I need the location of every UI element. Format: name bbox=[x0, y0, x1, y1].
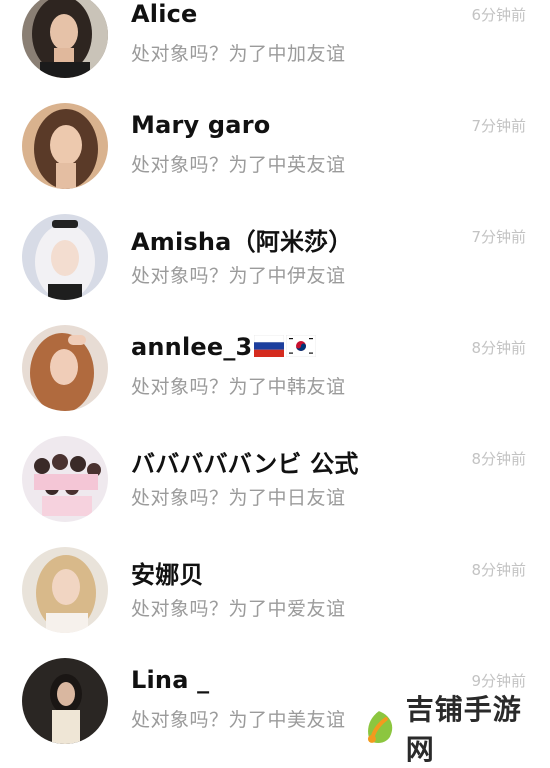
chat-row-anna[interactable]: 安娜贝 处对象吗？为了中爱友谊 8分钟前 bbox=[0, 537, 550, 648]
avatar[interactable] bbox=[22, 103, 108, 189]
chat-row-bambi[interactable]: バババババンビ 公式 处对象吗？为了中日友谊 8分钟前 bbox=[0, 426, 550, 537]
message-preview: 处对象吗？为了中韩友谊 bbox=[131, 376, 346, 398]
avatar-photo-icon bbox=[22, 436, 108, 522]
timestamp: 8分钟前 bbox=[471, 561, 526, 579]
contact-name: バババババンビ 公式 bbox=[131, 450, 359, 478]
timestamp: 7分钟前 bbox=[471, 228, 526, 246]
chat-row-alice[interactable]: Alice 处对象吗？为了中加友谊 6分钟前 bbox=[0, 0, 550, 93]
contact-name: Alice bbox=[131, 0, 198, 28]
contact-name: 安娜贝 bbox=[131, 561, 204, 589]
timestamp: 6分钟前 bbox=[471, 6, 526, 24]
message-preview: 处对象吗？为了中英友谊 bbox=[131, 154, 346, 176]
timestamp: 8分钟前 bbox=[471, 450, 526, 468]
contact-name: Mary garo bbox=[131, 111, 271, 139]
avatar-photo-icon bbox=[22, 658, 108, 744]
avatar[interactable] bbox=[22, 658, 108, 744]
contact-name-text: annlee_3 bbox=[131, 333, 253, 361]
watermark: 吉铺手游网 bbox=[350, 693, 550, 766]
avatar[interactable] bbox=[22, 325, 108, 411]
chat-row-amisha[interactable]: Amisha（阿米莎） 处对象吗？为了中伊友谊 7分钟前 bbox=[0, 204, 550, 315]
avatar[interactable] bbox=[22, 436, 108, 522]
timestamp: 8分钟前 bbox=[471, 339, 526, 357]
contact-name: Amisha（阿米莎） bbox=[131, 228, 353, 256]
contact-name: Lina _ bbox=[131, 666, 210, 694]
avatar-photo-icon bbox=[22, 325, 108, 411]
chat-row-annlee[interactable]: annlee_3 处对象吗？为了中韩友谊 8分钟前 bbox=[0, 315, 550, 426]
contact-name: annlee_3 bbox=[131, 333, 317, 361]
watermark-text: 吉铺手游网 bbox=[405, 693, 522, 766]
leaf-logo-icon bbox=[367, 711, 393, 744]
avatar-photo-icon bbox=[22, 0, 108, 78]
message-preview: 处对象吗？为了中爱友谊 bbox=[131, 598, 346, 620]
message-preview: 处对象吗？为了中日友谊 bbox=[131, 487, 346, 509]
message-preview: 处对象吗？为了中美友谊 bbox=[131, 709, 346, 731]
message-preview: 处对象吗？为了中加友谊 bbox=[131, 43, 346, 65]
avatar[interactable] bbox=[22, 0, 108, 78]
avatar[interactable] bbox=[22, 547, 108, 633]
chat-row-mary-garo[interactable]: Mary garo 处对象吗？为了中英友谊 7分钟前 bbox=[0, 93, 550, 204]
chat-list: Alice 处对象吗？为了中加友谊 6分钟前 Mary garo 处对象吗？为了… bbox=[0, 0, 550, 759]
south-korea-flag-icon bbox=[286, 335, 317, 357]
avatar-photo-icon bbox=[22, 214, 108, 300]
message-preview: 处对象吗？为了中伊友谊 bbox=[131, 265, 346, 287]
russia-flag-icon bbox=[254, 335, 285, 357]
avatar-photo-icon bbox=[22, 103, 108, 189]
avatar[interactable] bbox=[22, 214, 108, 300]
avatar-photo-icon bbox=[22, 547, 108, 633]
timestamp: 7分钟前 bbox=[471, 117, 526, 135]
